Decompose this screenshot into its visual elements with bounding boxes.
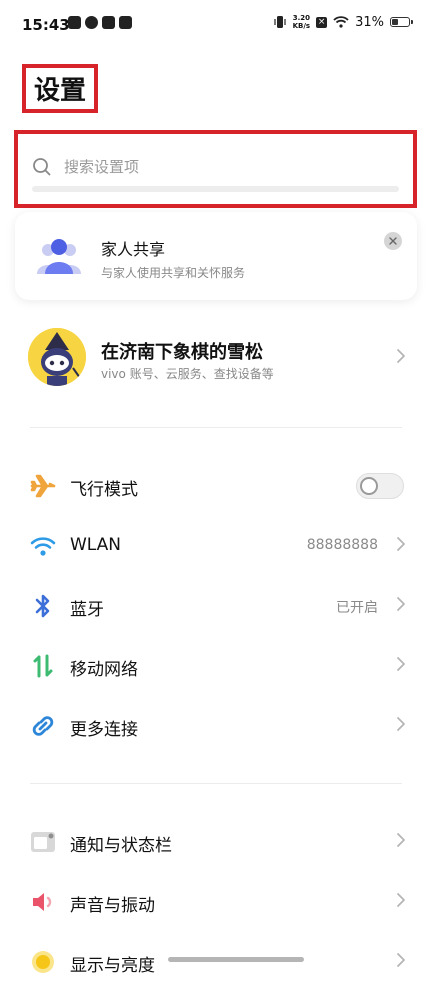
- title-highlight: 设置: [22, 64, 98, 113]
- link-icon: [30, 713, 56, 739]
- battery-icon: [390, 17, 413, 27]
- chevron-right-icon: [397, 893, 405, 907]
- airplane-mode-toggle[interactable]: [356, 473, 404, 499]
- close-icon: [389, 237, 397, 245]
- search-underline: [32, 186, 399, 192]
- chevron-right-icon: [397, 657, 405, 671]
- settings-item-mobile-network[interactable]: 移动网络: [0, 636, 432, 696]
- close-card-button[interactable]: [384, 232, 402, 250]
- status-time: 15:43: [22, 16, 70, 34]
- chevron-right-icon: [397, 833, 405, 847]
- settings-item-label: 移动网络: [70, 660, 138, 680]
- family-share-icon: [37, 239, 81, 274]
- settings-item-more-connections[interactable]: 更多连接: [0, 696, 432, 756]
- settings-item-label: WLAN: [70, 535, 122, 555]
- notification-icon: [30, 829, 56, 855]
- avatar-icon: [28, 328, 86, 386]
- settings-item-sound[interactable]: 声音与振动: [0, 872, 432, 932]
- status-bar: 15:43 3.20 KB/s × 31%: [0, 0, 432, 50]
- brightness-icon: [30, 949, 56, 975]
- avatar: [28, 328, 86, 386]
- settings-item-label: 声音与振动: [70, 896, 155, 916]
- chevron-right-icon: [397, 597, 405, 611]
- app-notification-icon: [102, 16, 115, 29]
- status-right: 3.20 KB/s × 31%: [273, 14, 413, 30]
- speed-value: 3.20: [292, 14, 310, 22]
- search-placeholder: 搜索设置项: [64, 158, 140, 176]
- battery-percent: 31%: [355, 14, 384, 30]
- settings-item-label: 飞行模式: [70, 480, 138, 500]
- search-icon: [33, 157, 51, 175]
- divider: [30, 783, 402, 784]
- bluetooth-icon: [30, 593, 56, 619]
- app-notification-icon: [85, 16, 98, 29]
- vibrate-icon: [274, 16, 286, 28]
- search-highlight: 搜索设置项: [14, 130, 417, 208]
- family-share-card[interactable]: 家人共享 与家人使用共享和关怀服务: [15, 212, 417, 300]
- settings-item-notifications[interactable]: 通知与状态栏: [0, 812, 432, 872]
- mobile-data-icon: [30, 653, 56, 679]
- tiktok-icon: [119, 16, 132, 29]
- chevron-right-icon: [397, 349, 405, 363]
- network-speed: 3.20 KB/s: [293, 14, 310, 30]
- status-notification-icons: [68, 16, 132, 29]
- settings-item-airplane-mode[interactable]: 飞行模式: [0, 456, 432, 516]
- speed-unit: KB/s: [292, 22, 311, 30]
- account-subtitle: vivo 账号、云服务、查找设备等: [101, 367, 274, 381]
- divider: [30, 427, 402, 428]
- chevron-right-icon: [397, 537, 405, 551]
- account-row[interactable]: 在济南下象棋的雪松 vivo 账号、云服务、查找设备等: [0, 318, 432, 398]
- settings-item-label: 通知与状态栏: [70, 836, 172, 856]
- airplane-icon: [30, 473, 56, 499]
- wifi-status-icon: [333, 16, 349, 28]
- wifi-icon: [30, 533, 56, 559]
- chevron-right-icon: [397, 717, 405, 731]
- speaker-icon: [30, 889, 56, 915]
- settings-item-display[interactable]: 显示与亮度: [0, 932, 432, 992]
- settings-item-label: 蓝牙: [70, 600, 104, 620]
- chevron-right-icon: [397, 953, 405, 967]
- page-title: 设置: [33, 76, 86, 106]
- settings-item-label: 更多连接: [70, 720, 138, 740]
- family-share-title: 家人共享: [101, 240, 166, 259]
- settings-item-bluetooth[interactable]: 蓝牙 已开启: [0, 576, 432, 636]
- no-sim-icon: ×: [316, 16, 328, 28]
- account-name: 在济南下象棋的雪松: [101, 342, 263, 363]
- wlan-network-name: 88888888: [306, 537, 378, 553]
- family-share-subtitle: 与家人使用共享和关怀服务: [101, 266, 246, 280]
- search-input[interactable]: 搜索设置项: [32, 156, 139, 177]
- settings-item-wlan[interactable]: WLAN 88888888: [0, 516, 432, 576]
- home-indicator[interactable]: [168, 957, 304, 962]
- app-notification-icon: [68, 16, 81, 29]
- bluetooth-status: 已开启: [336, 600, 378, 616]
